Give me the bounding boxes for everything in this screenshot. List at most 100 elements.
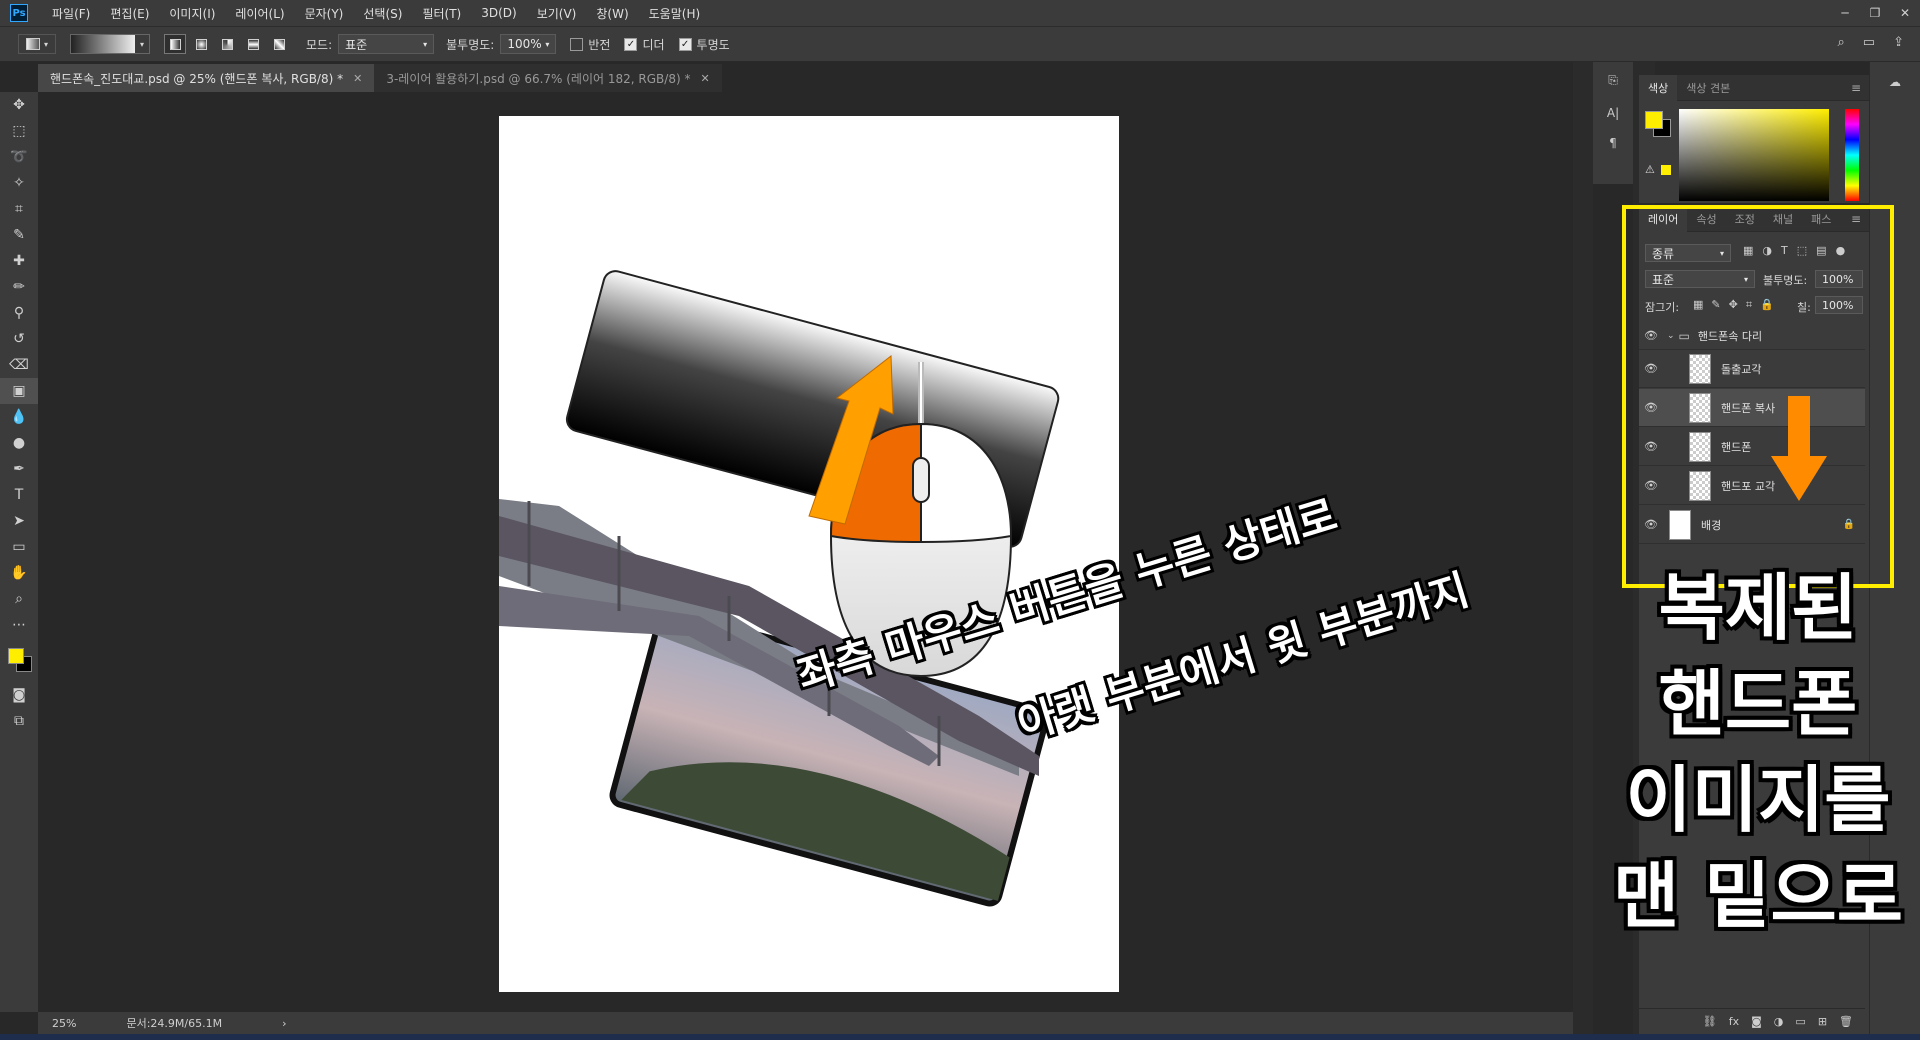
filter-toggle-icon[interactable]: ● [1836,244,1846,257]
blend-mode-select[interactable]: 표준 ▾ [1645,270,1755,288]
healing-brush-tool-icon[interactable]: ✚ [0,248,38,274]
restore-icon[interactable]: ❐ [1860,0,1890,26]
menu-type[interactable]: 문자(Y) [295,5,354,22]
dodge-tool-icon[interactable]: ● [0,430,38,456]
creative-cloud-icon[interactable]: ☁ [1870,62,1920,102]
visibility-eye-icon[interactable]: 👁 [1639,401,1663,414]
diamond-gradient-button[interactable] [268,34,290,54]
hand-tool-icon[interactable]: ✋ [0,560,38,586]
layer-row[interactable]: 👁 돌출교각 [1639,350,1865,388]
tab-doc-2[interactable]: 3-레이어 활용하기.psd @ 66.7% (레이어 182, RGB/8) … [374,64,722,92]
layer-group-row[interactable]: 👁 ⌄ ▭ 핸드폰속 다리 [1639,322,1865,350]
lock-artboard-icon[interactable]: ⌗ [1746,298,1752,312]
minimize-icon[interactable]: ─ [1830,0,1860,26]
layer-style-icon[interactable]: fx [1729,1015,1739,1028]
layer-row[interactable]: 👁 핸드포 교각 [1639,467,1865,505]
menu-help[interactable]: 도움말(H) [639,5,711,22]
quick-mask-icon[interactable]: ◙ [0,682,38,708]
tab-adjustments[interactable]: 조정 [1726,206,1764,232]
visibility-eye-icon[interactable]: 👁 [1639,362,1663,375]
panel-menu-icon[interactable]: ≡ [1851,81,1861,95]
chevron-down-icon[interactable]: ⌄ [1667,331,1675,341]
tab-color[interactable]: 색상 [1639,74,1678,101]
stamp-tool-icon[interactable]: ⚲ [0,300,38,326]
tab-swatches[interactable]: 색상 견본 [1677,75,1739,101]
crop-tool-icon[interactable]: ⌗ [0,196,38,222]
tab-layers[interactable]: 레이어 [1639,205,1688,232]
tab-properties[interactable]: 속성 [1687,206,1725,232]
search-icon[interactable]: ⌕ [1838,35,1845,50]
type-filter-icon[interactable]: T [1781,244,1788,257]
blur-tool-icon[interactable]: 💧 [0,404,38,430]
reverse-checkbox[interactable] [570,37,584,51]
reflected-gradient-button[interactable] [242,34,264,54]
workspace-icon[interactable]: ▭ [1863,35,1875,50]
mode-select[interactable]: 표준 ▾ [338,34,435,54]
menu-image[interactable]: 이미지(I) [159,5,225,22]
hue-slider[interactable] [1845,109,1859,201]
tool-preset-picker[interactable]: ▾ [18,34,56,54]
screen-mode-icon[interactable]: ⧉ [0,708,38,734]
chevron-right-icon[interactable]: › [282,1017,286,1030]
pen-tool-icon[interactable]: ✒ [0,456,38,482]
zoom-level[interactable]: 25% [52,1017,76,1030]
tab-channels[interactable]: 채널 [1764,206,1802,232]
rectangle-tool-icon[interactable]: ▭ [0,534,38,560]
menu-window[interactable]: 창(W) [586,5,638,22]
paragraph-panel-icon[interactable]: ¶ [1593,128,1633,158]
smart-object-filter-icon[interactable]: ▤ [1816,244,1826,257]
document-canvas[interactable] [499,116,1119,992]
menu-edit[interactable]: 편집(E) [100,5,159,22]
gamut-color-swatch[interactable] [1661,165,1671,175]
radial-gradient-button[interactable] [190,34,212,54]
visibility-eye-icon[interactable]: 👁 [1639,440,1663,453]
transparency-checkbox[interactable]: ✓ [678,37,692,51]
eyedropper-tool-icon[interactable]: ✎ [0,222,38,248]
adjustment-filter-icon[interactable]: ◑ [1762,244,1772,257]
visibility-eye-icon[interactable]: 👁 [1639,479,1663,492]
visibility-eye-icon[interactable]: 👁 [1639,329,1663,342]
lock-position-icon[interactable]: ✥ [1729,298,1738,312]
color-field[interactable] [1679,109,1829,201]
move-tool-icon[interactable]: ✥ [0,92,38,118]
layer-opacity-input[interactable]: 100% [1815,270,1863,288]
close-icon[interactable]: ✕ [700,72,709,85]
link-layers-icon[interactable]: ⛓ [1703,1015,1717,1028]
menu-select[interactable]: 선택(S) [353,5,412,22]
shape-filter-icon[interactable]: ⬚ [1797,244,1807,257]
history-panel-icon[interactable]: ⎘ [1593,62,1633,98]
menu-layer[interactable]: 레이어(L) [225,5,294,22]
lasso-tool-icon[interactable]: ➰ [0,144,38,170]
lock-all-icon[interactable]: 🔒 [1760,298,1774,312]
layer-row[interactable]: 👁 핸드폰 [1639,428,1865,466]
foreground-color-swatch[interactable] [1645,111,1663,129]
gradient-picker[interactable]: ▾ [70,34,150,54]
magic-wand-tool-icon[interactable]: ✧ [0,170,38,196]
close-icon[interactable]: ✕ [1890,0,1920,26]
zoom-tool-icon[interactable]: ⌕ [0,586,38,612]
new-group-icon[interactable]: ▭ [1795,1015,1805,1028]
background-layer-row[interactable]: 👁 배경 🔒 [1639,506,1865,544]
opacity-input[interactable]: 100% ▾ [500,34,557,54]
gradient-tool-icon[interactable]: ▣ [0,378,38,404]
pixel-filter-icon[interactable]: ▦ [1743,244,1753,257]
share-icon[interactable]: ⇪ [1893,35,1904,50]
visibility-eye-icon[interactable]: 👁 [1639,518,1663,531]
layer-row-selected[interactable]: 👁 핸드폰 복사 [1639,389,1865,427]
menu-view[interactable]: 보기(V) [527,5,587,22]
lock-image-icon[interactable]: ✎ [1711,298,1720,312]
more-tools-icon[interactable]: ⋯ [0,612,38,638]
menu-filter[interactable]: 필터(T) [412,5,471,22]
lock-transparent-icon[interactable]: ▦ [1693,298,1703,312]
layer-mask-icon[interactable]: ◙ [1751,1015,1762,1028]
type-tool-icon[interactable]: T [0,482,38,508]
character-panel-icon[interactable]: A| [1593,98,1633,128]
adjustment-layer-icon[interactable]: ◑ [1774,1015,1784,1028]
foreground-color-swatch[interactable] [8,648,24,664]
tab-paths[interactable]: 패스 [1802,206,1840,232]
marquee-tool-icon[interactable]: ⬚ [0,118,38,144]
menu-file[interactable]: 파일(F) [42,5,100,22]
brush-tool-icon[interactable]: ✏ [0,274,38,300]
layer-filter-select[interactable]: 종류 ▾ [1645,244,1731,262]
new-layer-icon[interactable]: ⊞ [1818,1015,1827,1028]
